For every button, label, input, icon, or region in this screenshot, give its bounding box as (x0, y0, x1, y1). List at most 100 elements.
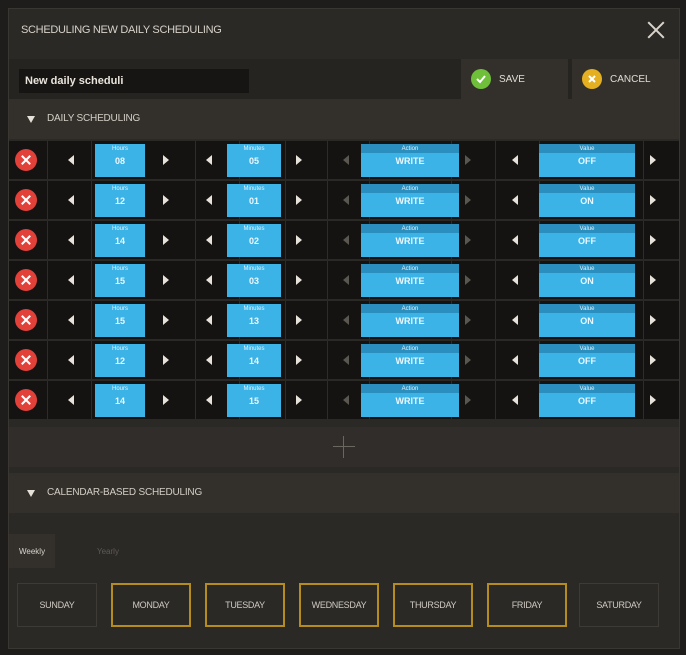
value-decrement-arrow-icon[interactable] (512, 155, 518, 165)
value-decrement-arrow-icon[interactable] (512, 355, 518, 365)
action-decrement-arrow-icon[interactable] (343, 275, 349, 285)
cancel-button[interactable]: CANCEL (572, 59, 679, 99)
hours-field[interactable]: Hours 12 (95, 344, 145, 377)
value-field[interactable]: Value OFF (539, 344, 635, 377)
hours-increment-arrow-icon[interactable] (163, 395, 169, 405)
hours-field[interactable]: Hours 15 (95, 304, 145, 337)
minutes-field[interactable]: Minutes 05 (227, 144, 281, 177)
action-decrement-arrow-icon[interactable] (343, 355, 349, 365)
value-decrement-arrow-icon[interactable] (512, 195, 518, 205)
action-increment-arrow-icon[interactable] (465, 315, 471, 325)
schedule-name-input[interactable] (19, 69, 249, 93)
value-decrement-arrow-icon[interactable] (512, 395, 518, 405)
save-button[interactable]: SAVE (461, 59, 568, 99)
minutes-decrement-arrow-icon[interactable] (206, 395, 212, 405)
minutes-increment-arrow-icon[interactable] (296, 395, 302, 405)
hours-field[interactable]: Hours 12 (95, 184, 145, 217)
value-field[interactable]: Value OFF (539, 144, 635, 177)
action-increment-arrow-icon[interactable] (465, 235, 471, 245)
value-decrement-arrow-icon[interactable] (512, 315, 518, 325)
day-thursday-button[interactable]: THURSDAY (393, 583, 473, 627)
hours-increment-arrow-icon[interactable] (163, 195, 169, 205)
hours-decrement-arrow-icon[interactable] (68, 195, 74, 205)
delete-icon[interactable] (15, 309, 37, 331)
hours-field[interactable]: Hours 14 (95, 224, 145, 257)
hours-field[interactable]: Hours 14 (95, 384, 145, 417)
action-decrement-arrow-icon[interactable] (343, 155, 349, 165)
hours-decrement-arrow-icon[interactable] (68, 355, 74, 365)
minutes-decrement-arrow-icon[interactable] (206, 315, 212, 325)
value-field[interactable]: Value OFF (539, 384, 635, 417)
triangle-down-icon[interactable] (27, 490, 35, 497)
delete-icon[interactable] (15, 349, 37, 371)
triangle-down-icon[interactable] (27, 116, 35, 123)
plus-icon[interactable] (333, 436, 355, 458)
action-decrement-arrow-icon[interactable] (343, 315, 349, 325)
value-increment-arrow-icon[interactable] (650, 315, 656, 325)
value-field[interactable]: Value ON (539, 264, 635, 297)
minutes-increment-arrow-icon[interactable] (296, 275, 302, 285)
value-increment-arrow-icon[interactable] (650, 355, 656, 365)
action-field[interactable]: Action WRITE (361, 304, 459, 337)
minutes-field[interactable]: Minutes 03 (227, 264, 281, 297)
close-icon[interactable] (645, 19, 667, 41)
minutes-field[interactable]: Minutes 15 (227, 384, 281, 417)
value-field[interactable]: Value ON (539, 304, 635, 337)
action-field[interactable]: Action WRITE (361, 144, 459, 177)
hours-decrement-arrow-icon[interactable] (68, 315, 74, 325)
hours-field[interactable]: Hours 08 (95, 144, 145, 177)
day-wednesday-button[interactable]: WEDNESDAY (299, 583, 379, 627)
hours-increment-arrow-icon[interactable] (163, 275, 169, 285)
value-increment-arrow-icon[interactable] (650, 235, 656, 245)
hours-increment-arrow-icon[interactable] (163, 155, 169, 165)
day-monday-button[interactable]: MONDAY (111, 583, 191, 627)
delete-icon[interactable] (15, 389, 37, 411)
hours-decrement-arrow-icon[interactable] (68, 395, 74, 405)
minutes-increment-arrow-icon[interactable] (296, 355, 302, 365)
action-increment-arrow-icon[interactable] (465, 395, 471, 405)
minutes-increment-arrow-icon[interactable] (296, 315, 302, 325)
minutes-decrement-arrow-icon[interactable] (206, 355, 212, 365)
delete-icon[interactable] (15, 229, 37, 251)
day-sunday-button[interactable]: SUNDAY (17, 583, 97, 627)
action-increment-arrow-icon[interactable] (465, 155, 471, 165)
minutes-decrement-arrow-icon[interactable] (206, 235, 212, 245)
value-field[interactable]: Value ON (539, 184, 635, 217)
minutes-increment-arrow-icon[interactable] (296, 235, 302, 245)
minutes-increment-arrow-icon[interactable] (296, 195, 302, 205)
value-decrement-arrow-icon[interactable] (512, 275, 518, 285)
tab-yearly[interactable]: Yearly (87, 534, 129, 568)
minutes-field[interactable]: Minutes 02 (227, 224, 281, 257)
delete-icon[interactable] (15, 149, 37, 171)
minutes-field[interactable]: Minutes 01 (227, 184, 281, 217)
hours-decrement-arrow-icon[interactable] (68, 275, 74, 285)
value-increment-arrow-icon[interactable] (650, 195, 656, 205)
hours-increment-arrow-icon[interactable] (163, 315, 169, 325)
action-decrement-arrow-icon[interactable] (343, 235, 349, 245)
minutes-decrement-arrow-icon[interactable] (206, 275, 212, 285)
action-decrement-arrow-icon[interactable] (343, 395, 349, 405)
hours-decrement-arrow-icon[interactable] (68, 155, 74, 165)
tab-weekly[interactable]: Weekly (9, 534, 56, 568)
action-increment-arrow-icon[interactable] (465, 275, 471, 285)
action-increment-arrow-icon[interactable] (465, 195, 471, 205)
minutes-decrement-arrow-icon[interactable] (206, 195, 212, 205)
value-increment-arrow-icon[interactable] (650, 395, 656, 405)
hours-decrement-arrow-icon[interactable] (68, 235, 74, 245)
action-field[interactable]: Action WRITE (361, 224, 459, 257)
action-field[interactable]: Action WRITE (361, 344, 459, 377)
action-field[interactable]: Action WRITE (361, 184, 459, 217)
value-increment-arrow-icon[interactable] (650, 275, 656, 285)
minutes-field[interactable]: Minutes 14 (227, 344, 281, 377)
calendar-scheduling-header[interactable]: CALENDAR-BASED SCHEDULING (9, 473, 679, 513)
hours-increment-arrow-icon[interactable] (163, 355, 169, 365)
minutes-increment-arrow-icon[interactable] (296, 155, 302, 165)
day-saturday-button[interactable]: SATURDAY (579, 583, 659, 627)
delete-icon[interactable] (15, 269, 37, 291)
action-increment-arrow-icon[interactable] (465, 355, 471, 365)
value-increment-arrow-icon[interactable] (650, 155, 656, 165)
hours-field[interactable]: Hours 15 (95, 264, 145, 297)
action-field[interactable]: Action WRITE (361, 264, 459, 297)
delete-icon[interactable] (15, 189, 37, 211)
day-friday-button[interactable]: FRIDAY (487, 583, 567, 627)
